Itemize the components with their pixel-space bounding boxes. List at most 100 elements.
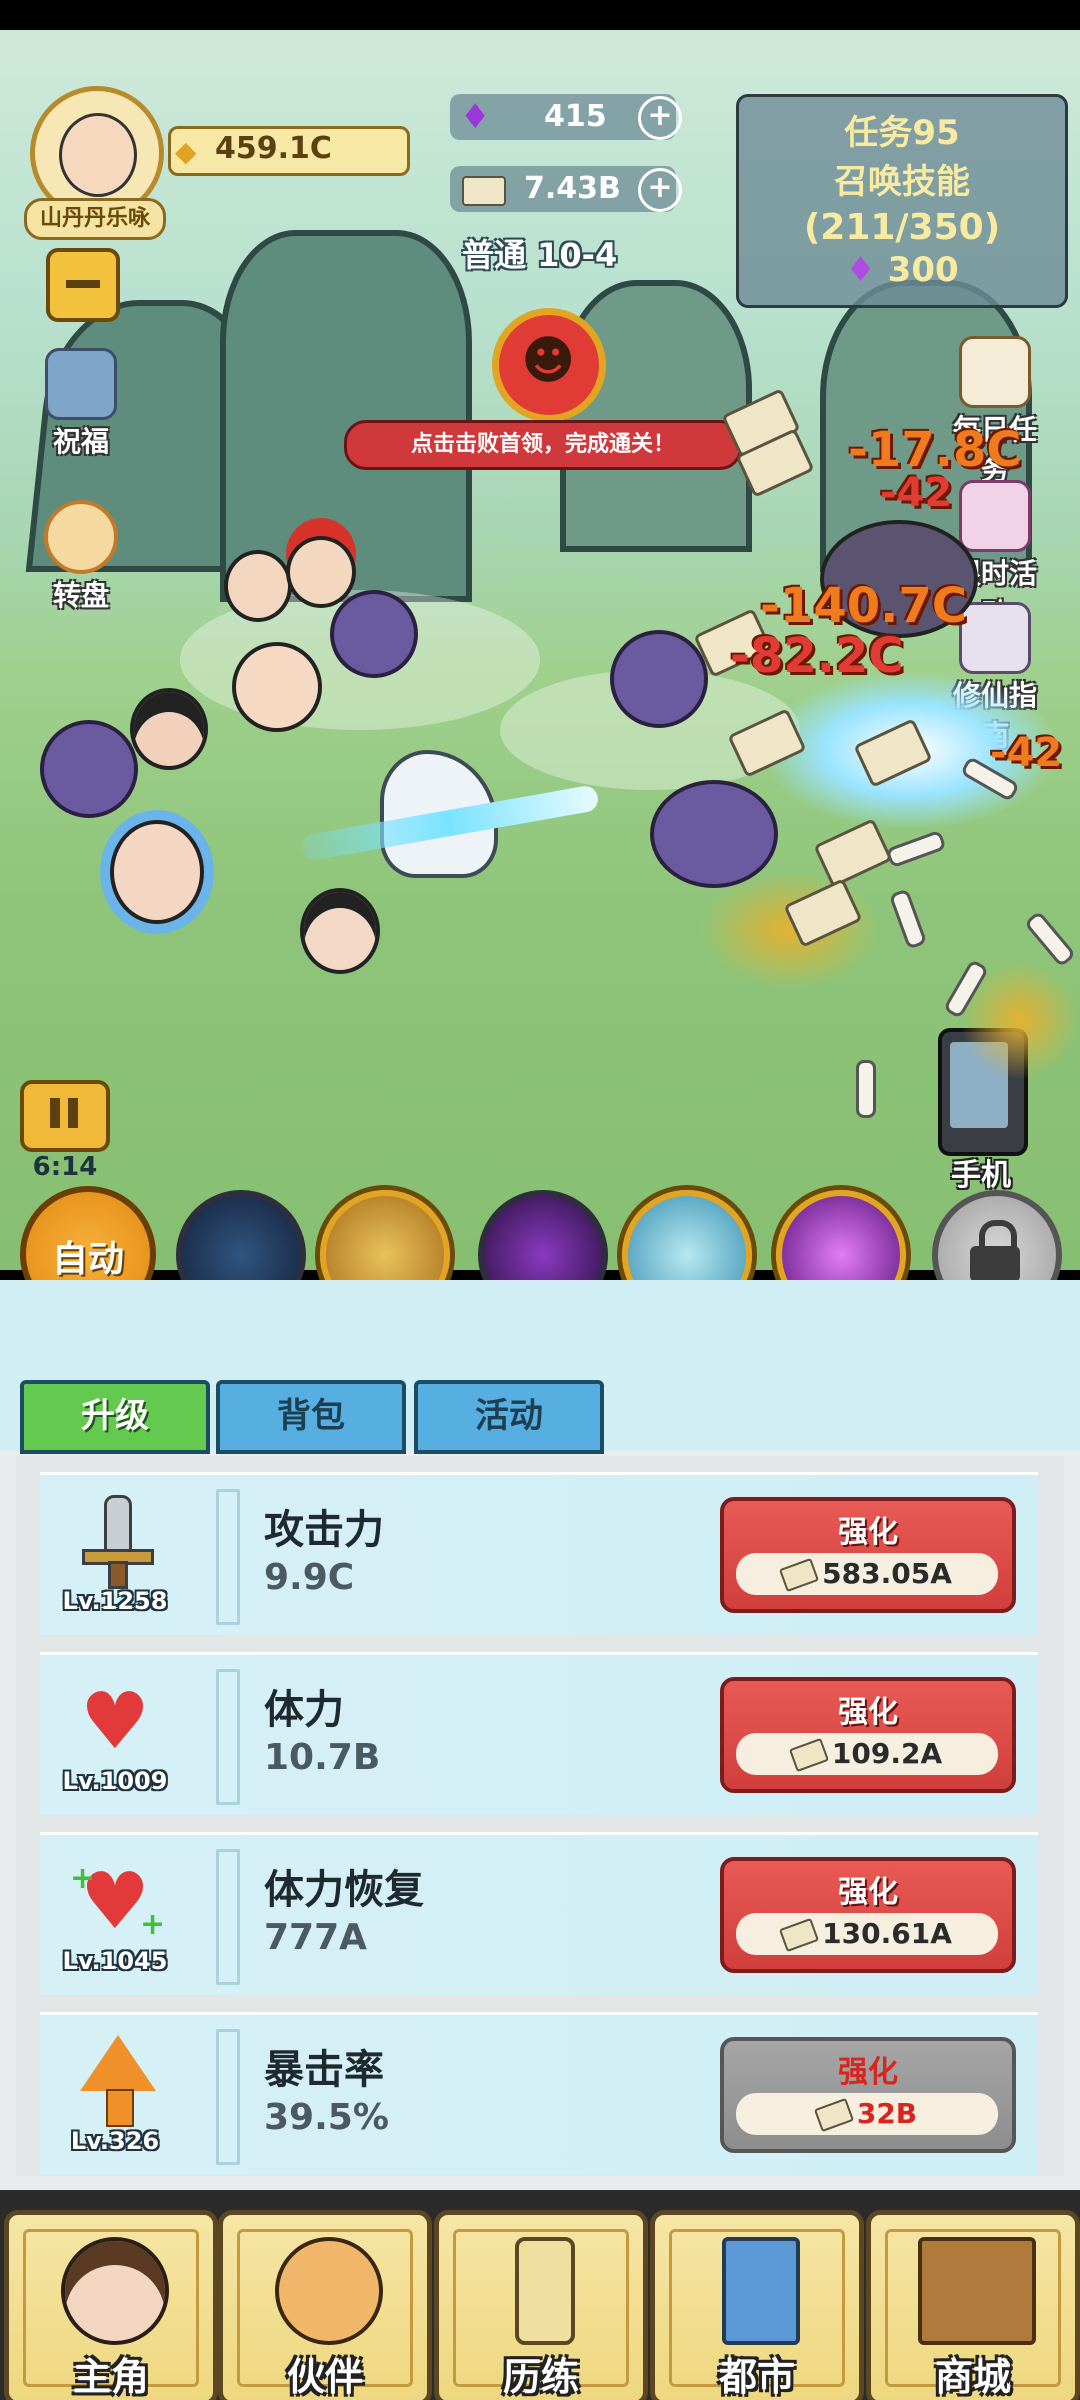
- cash-amount: 7.43B: [524, 171, 621, 206]
- upgrade-value: 777A: [264, 1917, 368, 1958]
- enemy-beast: [40, 720, 138, 818]
- pause-button[interactable]: [20, 1080, 110, 1152]
- minus-icon: [66, 280, 100, 288]
- bone-drop: [888, 888, 928, 950]
- arrow-head: [80, 2035, 156, 2091]
- upgrade-value: 39.5%: [264, 2097, 389, 2138]
- nav-shop[interactable]: 商城: [866, 2210, 1080, 2400]
- lock-icon: [970, 1220, 1020, 1282]
- hero-lotus: [300, 888, 380, 974]
- hero-redhair: [286, 536, 356, 608]
- nav-label: 主角: [72, 2354, 149, 2399]
- upgrade-row-crit: Lv.326 暴击率 39.5% 强化 32B: [40, 2012, 1038, 2175]
- battle-timer: 6:14: [32, 1152, 98, 1182]
- bottom-nav: 主角 伙伴 历练 都市 商城: [0, 2190, 1080, 2400]
- nav-label: 都市: [718, 2354, 795, 2399]
- building-icon: [722, 2237, 800, 2345]
- blessing-button[interactable]: 祝福: [26, 348, 136, 460]
- cash-icon: [779, 1917, 820, 1953]
- cash-icon: [788, 1737, 829, 1773]
- nav-label: 伙伴: [286, 2354, 363, 2399]
- gold-amount: 459.1C: [215, 131, 332, 166]
- upgrade-row-stamina: ♥ Lv.1009 体力 10.7B 强化 109.2A: [40, 1652, 1038, 1815]
- sword-hilt: [108, 1561, 128, 1589]
- plus-mark: +: [70, 1861, 96, 1896]
- enhance-label: 强化: [838, 1875, 898, 1910]
- blessing-icon: [45, 348, 117, 420]
- enemy-beast: [650, 780, 778, 888]
- enhance-button[interactable]: 强化 583.05A: [720, 1497, 1016, 1613]
- arrow-up-icon: [70, 2035, 160, 2127]
- heart-plus-icon: ♥ + +: [70, 1855, 165, 1945]
- nav-training[interactable]: 历练: [434, 2210, 648, 2400]
- stage-label: 普通 10-4: [462, 236, 618, 274]
- upgrade-value: 9.9C: [264, 1557, 355, 1598]
- sword-blade: [104, 1495, 132, 1553]
- enhance-cost-amount: 130.61A: [822, 1917, 952, 1950]
- minimize-button[interactable]: [46, 248, 120, 322]
- tab-backpack[interactable]: 背包: [216, 1380, 406, 1454]
- nav-partner[interactable]: 伙伴: [218, 2210, 432, 2400]
- battle-scene[interactable]: 山丹丹乐咏 ◆ 459.1C ♦ 415 + 7.43B + 普通 10-4 任…: [0, 30, 1080, 1270]
- gem-icon: ♦: [845, 250, 876, 290]
- tab-upgrade[interactable]: 升级: [20, 1380, 210, 1454]
- gem-display: ♦ 415 +: [450, 94, 682, 140]
- hero-blackhair: [130, 688, 208, 770]
- wheel-button[interactable]: 转盘: [26, 500, 136, 614]
- cash-icon: [462, 176, 506, 206]
- protagonist-icon: [61, 2237, 169, 2345]
- pattern-divider: [216, 1489, 240, 1625]
- pattern-divider: [216, 1669, 240, 1805]
- nav-city[interactable]: 都市: [650, 2210, 864, 2400]
- gold-coin-icon: ◆: [175, 135, 197, 168]
- upgrade-name: 攻击力: [264, 1506, 384, 1553]
- heart-icon: ♥: [70, 1675, 160, 1765]
- boss-banner[interactable]: 点击击败首领，完成通关！: [344, 420, 742, 470]
- enhance-label: 强化: [838, 1695, 898, 1730]
- add-cash-button[interactable]: +: [638, 168, 682, 212]
- hero-bluehair: [110, 820, 204, 924]
- gold-splash: [700, 870, 880, 990]
- enhance-button[interactable]: 强化 130.61A: [720, 1857, 1016, 1973]
- gem-amount: 415: [544, 99, 607, 134]
- boss-button[interactable]: ☻: [492, 308, 606, 422]
- nav-label: 商城: [934, 2354, 1011, 2399]
- enemy-beast: [610, 630, 708, 728]
- enhance-label: 强化: [838, 2055, 898, 2090]
- enhance-cost-amount: 109.2A: [831, 1737, 943, 1770]
- quest-title: 任务95: [844, 113, 960, 153]
- upgrade-level: Lv.326: [70, 2127, 160, 2155]
- enhance-cost: 32B: [736, 2093, 998, 2135]
- quest-name: 召唤技能: [834, 162, 970, 202]
- gem-icon: ♦: [460, 97, 491, 137]
- gold-display: ◆ 459.1C: [168, 126, 410, 176]
- damage-number: -42: [990, 730, 1063, 776]
- upgrade-list[interactable]: Lv.1258 攻击力 9.9C 强化 583.05A ♥ Lv.1009 体力…: [16, 1456, 1064, 2176]
- quest-panel[interactable]: 任务95 召唤技能 (211/350) ♦ 300: [736, 94, 1068, 308]
- lock-body: [970, 1246, 1020, 1282]
- stall-icon: [918, 2237, 1036, 2345]
- quest-reward-amount: 300: [887, 250, 959, 290]
- blessing-label: 祝福: [52, 425, 109, 458]
- enhance-button-disabled[interactable]: 强化 32B: [720, 2037, 1016, 2153]
- enhance-label: 强化: [838, 1515, 898, 1550]
- upgrade-name: 暴击率: [264, 2046, 384, 2093]
- upgrade-level: Lv.1009: [62, 1767, 168, 1795]
- enhance-button[interactable]: 强化 109.2A: [720, 1677, 1016, 1793]
- enemy-beast: [330, 590, 418, 678]
- hero-monk: [224, 550, 292, 622]
- upgrade-name: 体力恢复: [264, 1866, 424, 1913]
- pattern-divider: [216, 2029, 240, 2165]
- add-gems-button[interactable]: +: [638, 96, 682, 140]
- bone-drop: [1023, 910, 1077, 968]
- tab-bar: 升级 背包 活动: [0, 1280, 1080, 1454]
- plus-mark: +: [140, 1907, 166, 1942]
- cash-display: 7.43B +: [450, 166, 682, 212]
- enhance-cost: 109.2A: [736, 1733, 998, 1775]
- immortal-icon: [959, 602, 1031, 674]
- tab-events[interactable]: 活动: [414, 1380, 604, 1454]
- enhance-cost: 583.05A: [736, 1553, 998, 1595]
- nav-protagonist[interactable]: 主角: [4, 2210, 218, 2400]
- enhance-cost-amount: 583.05A: [822, 1557, 952, 1590]
- upgrade-level: Lv.1045: [62, 1947, 168, 1975]
